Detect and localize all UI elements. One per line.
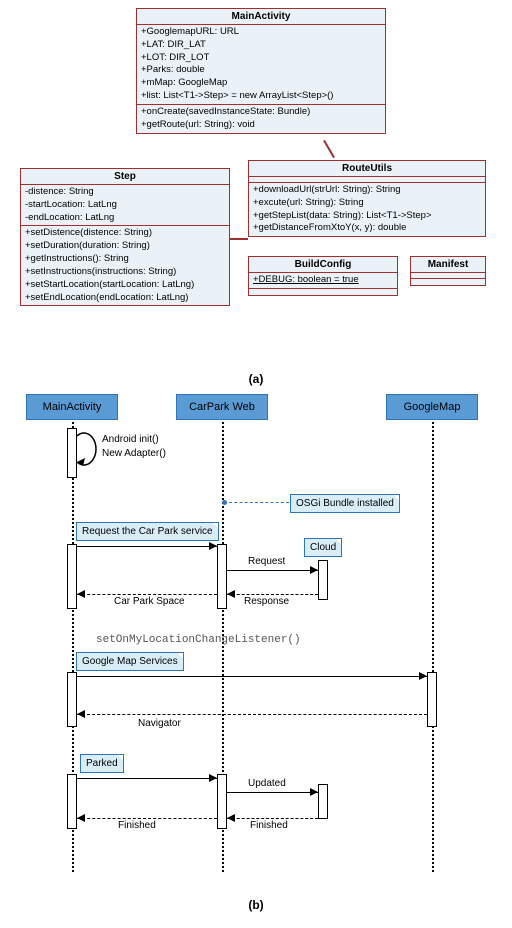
relation-line [230,238,248,240]
class-operations: +setDistence(distence: String) +setDurat… [21,226,229,305]
note-fold-icon [334,538,342,546]
arrow-head-icon [310,566,318,574]
class-operations [411,279,485,285]
activation-cloud [318,560,328,600]
msg-request: Request [248,556,285,567]
arrow-head-icon [227,590,235,598]
arrow-head-icon [310,788,318,796]
msg-finished2: Finished [118,820,156,831]
arrow [77,546,217,547]
arrow-return [77,714,427,715]
activation [67,428,77,478]
arrow-return [77,818,217,819]
lifeline-carpark: CarPark Web [176,394,268,420]
class-build-config: BuildConfig +DEBUG: boolean = true [248,256,398,296]
msg-navigator: Navigator [138,718,181,729]
arrow [227,570,318,571]
note-fold-icon [392,494,400,502]
msg-finished: Finished [250,820,288,831]
class-step: Step -distence: String -startLocation: L… [20,168,230,306]
note-fold-icon [176,652,184,660]
activation [217,774,227,829]
note-anchor [224,502,289,503]
caption-a: (a) [8,372,504,386]
note-gms: Google Map Services [76,652,184,671]
note-parked: Parked [80,754,124,773]
class-title: MainActivity [137,9,385,25]
note-fold-icon [116,754,124,762]
arrow-return [77,594,217,595]
class-manifest: Manifest [410,256,486,286]
msg-updated: Updated [248,778,286,789]
msg-carparkspace: Car Park Space [114,596,185,607]
arrow-head-icon [77,710,85,718]
note-request-service: Request the Car Park service [76,522,219,541]
anchor-dot [222,500,227,505]
msg-init2: New Adapter() [102,448,166,459]
class-title: Step [21,169,229,185]
class-attributes: -distence: String -startLocation: LatLng… [21,185,229,226]
class-operations: +onCreate(savedInstanceState: Bundle) +g… [137,105,385,133]
arrow-head-icon [77,590,85,598]
arrow-head-icon [77,814,85,822]
note-osgi: OSGi Bundle installed [290,494,400,513]
uml-class-diagram: MainActivity +GooglemapURL: URL +LAT: DI… [8,8,504,368]
arrow [227,792,318,793]
arrow [77,778,217,779]
activation-cloud [318,784,328,819]
class-operations: +downloadUrl(strUrl: String): String +ex… [249,183,485,236]
relation-line [323,140,335,158]
arrow-head-icon [227,814,235,822]
arrow-head-icon [419,672,427,680]
activation [67,774,77,829]
arrow-return [227,594,318,595]
caption-b: (b) [8,898,504,912]
arrow [77,676,427,677]
activation [217,544,227,609]
note-cloud: Cloud [304,538,342,557]
class-operations [249,289,397,295]
class-attributes: +DEBUG: boolean = true [249,273,397,289]
activation [67,544,77,609]
lifeline-gmap: GoogleMap [386,394,478,420]
arrow-head-icon [209,542,217,550]
lifeline-main: MainActivity [26,394,118,420]
class-main-activity: MainActivity +GooglemapURL: URL +LAT: DI… [136,8,386,134]
class-title: RouteUtils [249,161,485,177]
arrow-head-icon [209,774,217,782]
class-title: BuildConfig [249,257,397,273]
class-attributes: +GooglemapURL: URL +LAT: DIR_LAT +LOT: D… [137,25,385,105]
activation [67,672,77,727]
lifeline-line [432,422,434,872]
class-route-utils: RouteUtils +downloadUrl(strUrl: String):… [248,160,486,237]
msg-init1: Android init() [102,434,159,445]
msg-listener: setOnMyLocationChangeListener() [96,634,301,646]
msg-response: Response [244,596,289,607]
note-fold-icon [211,522,219,530]
arrow-return [227,818,318,819]
class-title: Manifest [411,257,485,273]
uml-sequence-diagram: MainActivity CarPark Web GoogleMap Andro… [8,394,504,894]
activation [427,672,437,727]
